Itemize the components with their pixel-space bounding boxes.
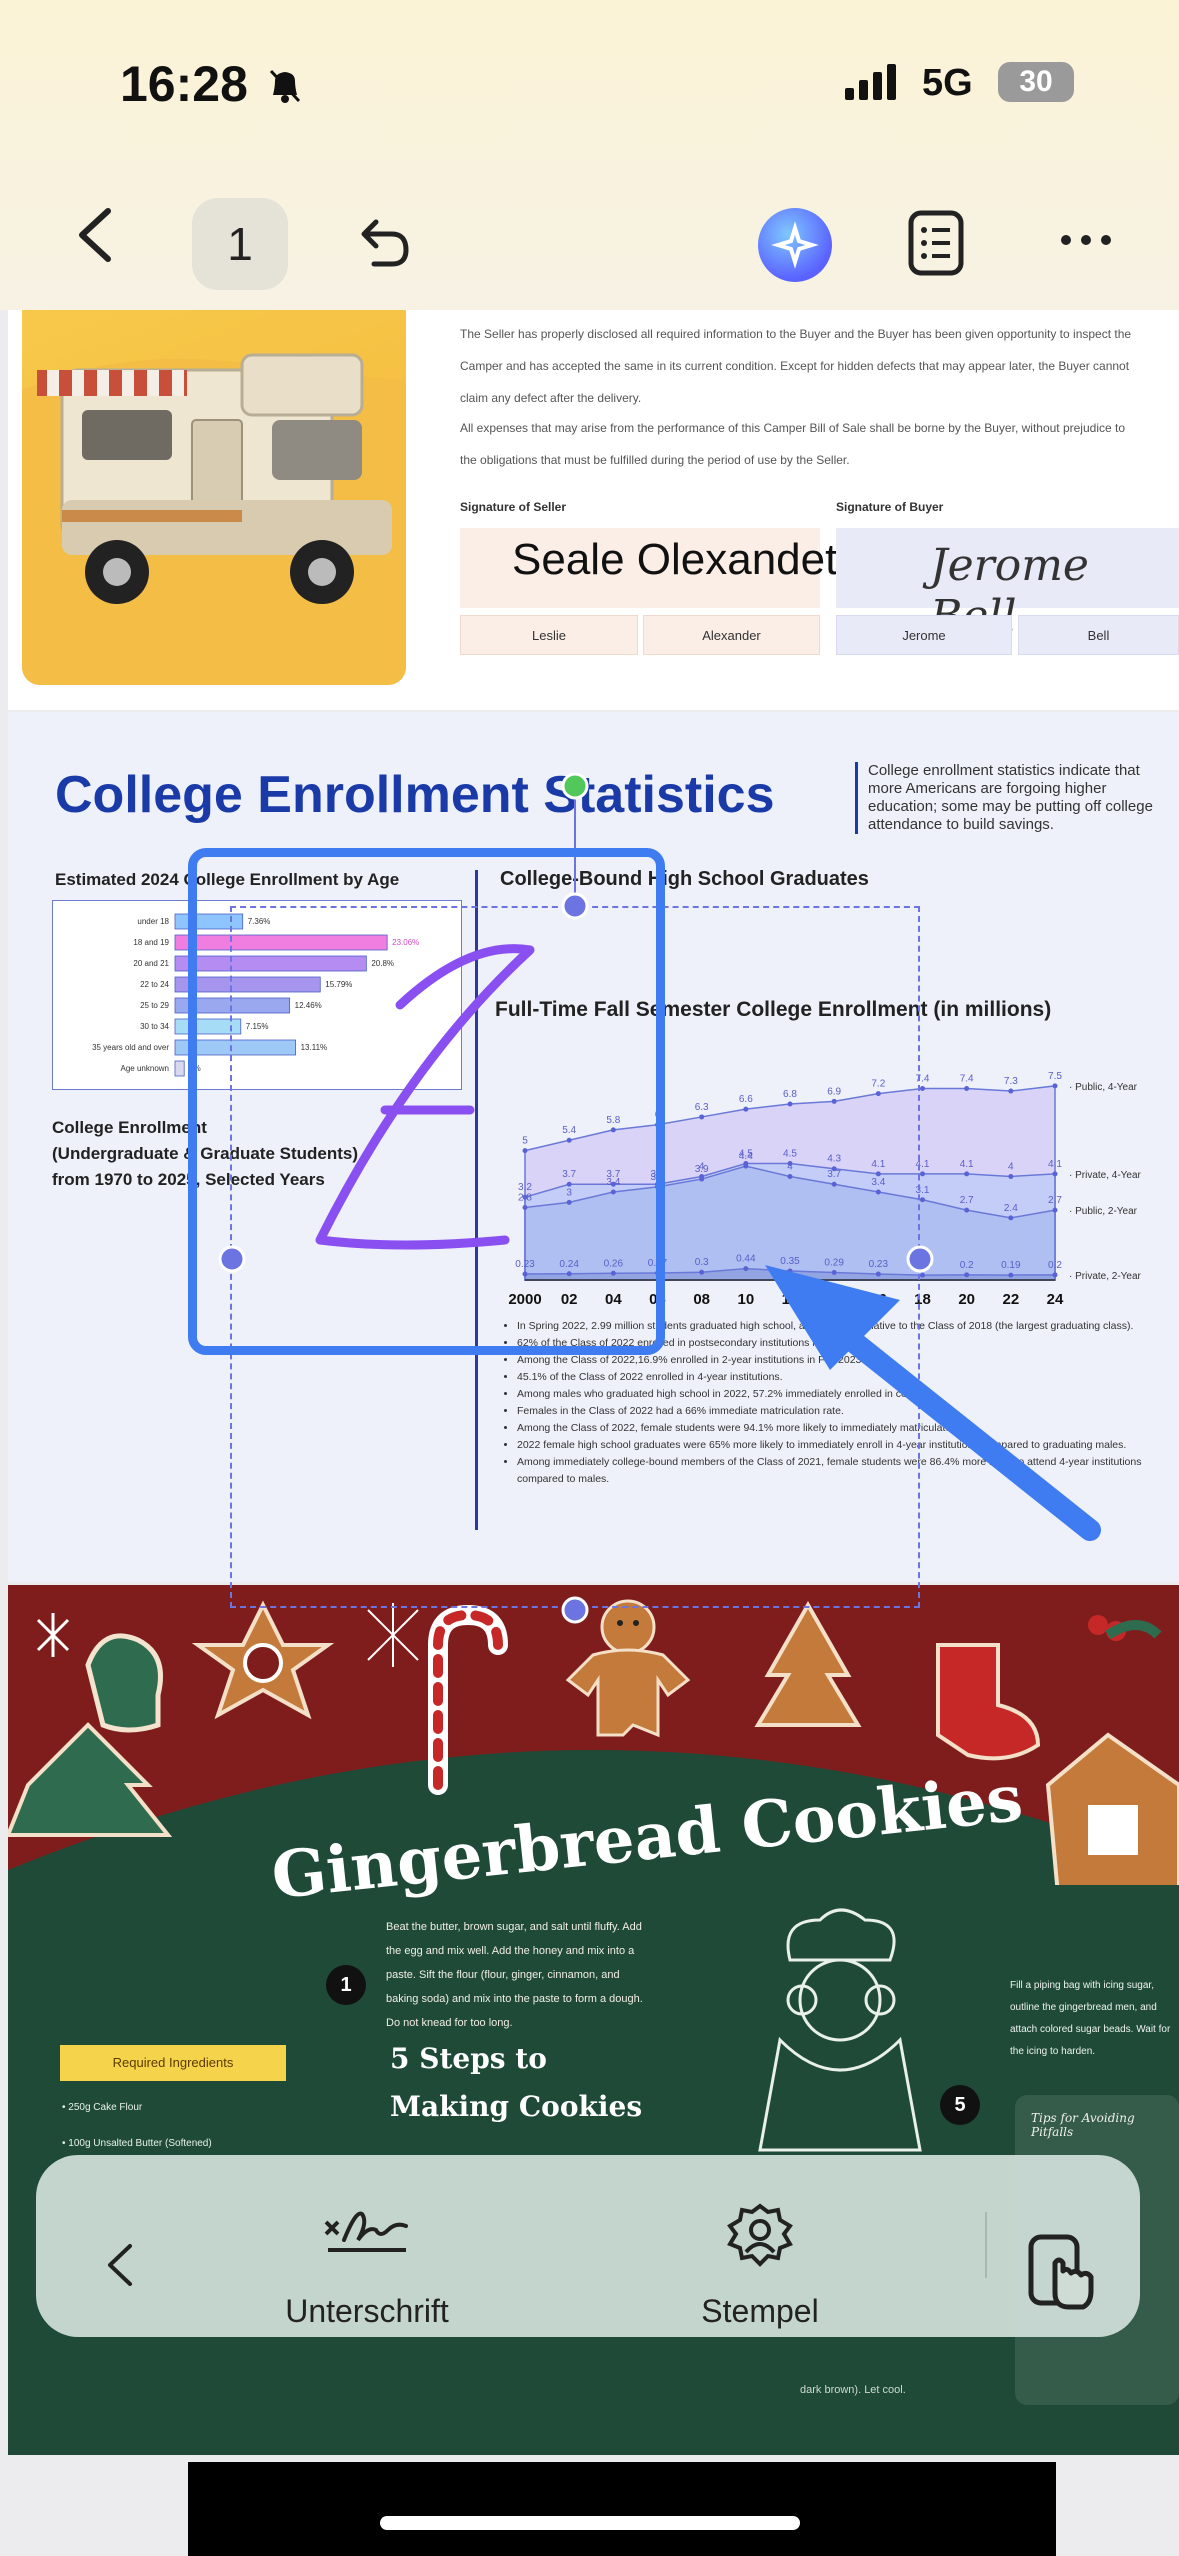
- sparkle-icon: [771, 221, 819, 269]
- series-label: · Private, 2-Year: [1069, 1271, 1142, 1282]
- data-point: [1008, 1215, 1014, 1221]
- data-point: [964, 1171, 970, 1177]
- buyer-signature-label: Signature of Buyer: [836, 500, 944, 514]
- data-point: [920, 1171, 925, 1177]
- seller-signature-label: Signature of Seller: [460, 500, 567, 514]
- undo-icon[interactable]: [352, 212, 412, 272]
- data-label: 2.7: [960, 1195, 974, 1206]
- data-point: [964, 1207, 970, 1213]
- age-bar: [174, 1060, 185, 1077]
- bottom-toolbar: [36, 2155, 1140, 2337]
- age-category-label: 20 and 21: [133, 959, 169, 968]
- signature-button[interactable]: Unterschrift: [272, 2200, 462, 2330]
- camper-image: [22, 310, 406, 685]
- steps-title-line-1: 5 Steps to: [390, 2042, 547, 2075]
- series-label: · Private, 4-Year: [1069, 1170, 1142, 1181]
- steps-paragraph: Beat the butter, brown sugar, and salt u…: [386, 1921, 643, 2029]
- signal-icon: [845, 64, 896, 100]
- steps-title: 5 Steps to Making Cookies: [390, 2035, 642, 2131]
- ingredients-label: Required Ingredients: [60, 2045, 286, 2081]
- data-label: 2.7: [1048, 1195, 1062, 1206]
- age-category-label: 18 and 19: [133, 938, 169, 947]
- seller-last-name: Alexander: [643, 615, 820, 655]
- data-label: 7.3: [1004, 1076, 1018, 1087]
- step-text-fragment: dark brown). Let cool.: [800, 2384, 906, 2396]
- data-label: 0.2: [1048, 1260, 1062, 1271]
- snowflake-icon: [36, 1613, 70, 1657]
- series-label: · Public, 2-Year: [1069, 1206, 1138, 1217]
- x-tick-label: 24: [1047, 1291, 1064, 1308]
- step-badge-1: 1: [326, 1965, 366, 2005]
- chef-illustration: [758, 1908, 922, 2152]
- decorating-step-text: Fill a piping bag with icing sugar, outl…: [1010, 1980, 1171, 2057]
- data-label: 4.1: [960, 1159, 974, 1170]
- data-point: [1008, 1088, 1014, 1094]
- data-label: 4: [1008, 1161, 1014, 1172]
- touch-mode-icon[interactable]: [1025, 2233, 1095, 2313]
- home-indicator[interactable]: [380, 2516, 800, 2530]
- steps-title-line-2: Making Cookies: [390, 2090, 643, 2123]
- paragraph-expenses: All expenses that may arise from the per…: [460, 421, 1126, 467]
- data-point: [964, 1272, 970, 1278]
- toolbar-divider: [985, 2212, 987, 2278]
- status-time: 16:28: [120, 56, 248, 112]
- paragraph-disclosure: The Seller has properly disclosed all re…: [460, 327, 1132, 405]
- app-root: 16:28 5G 30 1 The Seller has properly di…: [0, 0, 1179, 2556]
- back-icon[interactable]: [70, 205, 120, 265]
- network-label: 5G: [922, 62, 973, 104]
- data-point: [1008, 1173, 1014, 1179]
- data-point: [920, 1272, 925, 1278]
- bottom-strip: [188, 2462, 1056, 2556]
- battery-icon: 30: [998, 62, 1074, 102]
- age-category-label: under 18: [137, 917, 169, 926]
- camper-illustration: [22, 353, 406, 685]
- data-label: 7.5: [1048, 1071, 1062, 1082]
- stamp-icon: [727, 2203, 793, 2267]
- data-point: [1008, 1272, 1014, 1278]
- age-category-label: 22 to 24: [140, 980, 169, 989]
- rectangle-annotation[interactable]: [188, 848, 665, 1355]
- age-category-label: 25 to 29: [140, 1001, 169, 1010]
- signature-icon: [324, 2211, 408, 2252]
- data-point: [1052, 1207, 1058, 1213]
- battery-level: 30: [1019, 65, 1053, 98]
- data-label: 2.4: [1004, 1203, 1018, 1214]
- college-description: College enrollment statistics indicate t…: [855, 762, 1175, 834]
- x-tick-label: 22: [1002, 1291, 1019, 1308]
- age-category-label: 30 to 34: [140, 1022, 169, 1031]
- age-category-label: 35 years old and over: [92, 1043, 169, 1052]
- seller-first-name: Leslie: [460, 615, 638, 655]
- silent-bell-icon: [269, 69, 301, 103]
- data-label: 0.2: [960, 1260, 974, 1271]
- buyer-last-name: Bell: [1018, 615, 1179, 655]
- data-label: 0.19: [1001, 1260, 1021, 1271]
- top-bar: [0, 0, 1179, 310]
- ai-assistant-button[interactable]: [758, 208, 832, 282]
- stamp-label: Stempel: [701, 2293, 819, 2329]
- data-point: [1052, 1272, 1058, 1278]
- series-label: · Public, 4-Year: [1069, 1082, 1138, 1093]
- data-label: 4.1: [1048, 1159, 1062, 1170]
- data-point: [1052, 1171, 1058, 1177]
- stamp-button[interactable]: Stempel: [680, 2200, 840, 2330]
- data-label: 7.4: [960, 1073, 974, 1084]
- x-tick-label: 20: [958, 1291, 975, 1308]
- data-point: [1052, 1083, 1058, 1089]
- ingredient-item: • 100g Unsalted Butter (Softened): [62, 2138, 212, 2149]
- outline-list-icon[interactable]: [908, 210, 964, 276]
- data-point: [920, 1197, 925, 1203]
- chevron-left-icon[interactable]: [100, 2240, 140, 2290]
- seller-signature: Seale Olexandet: [512, 535, 838, 584]
- more-icon[interactable]: [1058, 225, 1114, 255]
- college-title: College Enrollment Statistics: [55, 766, 775, 824]
- data-point: [920, 1085, 925, 1091]
- data-point: [964, 1085, 970, 1091]
- buyer-first-name: Jerome: [836, 615, 1012, 655]
- signature-label: Unterschrift: [285, 2293, 449, 2329]
- page-number-button[interactable]: 1: [192, 198, 288, 290]
- ingredient-item: • 250g Cake Flour: [62, 2102, 143, 2113]
- tips-title: Tips for Avoiding Pitfalls: [1031, 2111, 1135, 2139]
- age-category-label: Age unknown: [121, 1064, 169, 1073]
